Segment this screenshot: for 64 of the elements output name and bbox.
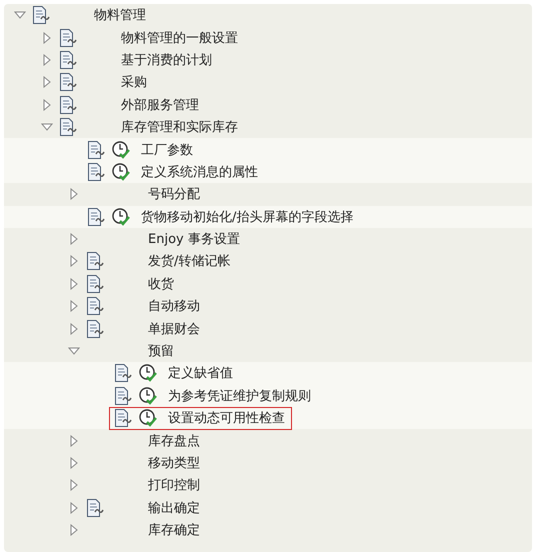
document-icon[interactable] xyxy=(87,140,105,160)
tree-item[interactable]: 物料管理的一般设置 xyxy=(121,28,238,47)
tree-item[interactable]: 移动类型 xyxy=(148,454,200,472)
clock-check-icon[interactable] xyxy=(111,140,131,160)
item-label[interactable]: 工厂参数 xyxy=(141,140,193,159)
document-icon[interactable] xyxy=(59,50,77,70)
expand-toggle[interactable] xyxy=(68,524,80,536)
document-icon[interactable] xyxy=(59,72,77,92)
expand-toggle[interactable] xyxy=(41,98,53,111)
tree-item[interactable]: 单据财会 xyxy=(148,320,200,338)
document-icon[interactable] xyxy=(32,5,50,26)
tree-item[interactable]: 发货/转储记帐 xyxy=(148,252,230,270)
expand-toggle[interactable] xyxy=(68,255,80,268)
document-icon[interactable] xyxy=(86,251,104,272)
tree-item[interactable]: 输出确定 xyxy=(148,498,200,517)
tree-item[interactable]: 库存管理和实际库存 xyxy=(121,118,238,136)
tree-item[interactable]: 库存盘点 xyxy=(148,432,200,450)
clock-check-icon[interactable] xyxy=(138,408,158,428)
expand-toggle[interactable] xyxy=(68,457,80,469)
tree-item[interactable]: 设置动态可用性检查 xyxy=(109,406,292,430)
document-icon[interactable] xyxy=(59,117,77,138)
expand-toggle[interactable] xyxy=(68,479,80,492)
expand-toggle[interactable] xyxy=(68,278,80,290)
tree-item[interactable]: 自动移动 xyxy=(148,297,200,316)
expand-toggle[interactable] xyxy=(68,345,80,358)
item-label[interactable]: 设置动态可用性检查 xyxy=(168,409,285,428)
expand-toggle[interactable] xyxy=(41,32,53,44)
tree-item[interactable]: 物料管理 xyxy=(94,6,146,24)
expand-toggle[interactable] xyxy=(68,322,80,335)
expand-toggle[interactable] xyxy=(41,121,53,134)
document-icon[interactable] xyxy=(86,296,104,316)
expand-toggle[interactable] xyxy=(41,76,53,88)
clock-check-icon[interactable] xyxy=(111,206,131,227)
item-label[interactable]: 定义缺省值 xyxy=(168,364,233,382)
clock-check-icon[interactable] xyxy=(138,363,158,384)
document-icon[interactable] xyxy=(86,498,104,518)
document-icon[interactable] xyxy=(114,386,132,406)
document-icon[interactable] xyxy=(114,363,132,384)
expand-toggle[interactable] xyxy=(41,54,53,66)
expand-toggle[interactable] xyxy=(68,300,80,312)
document-icon[interactable] xyxy=(114,408,132,428)
expand-toggle[interactable] xyxy=(68,233,80,246)
document-icon[interactable] xyxy=(86,274,104,294)
clock-check-icon[interactable] xyxy=(111,162,131,182)
expand-toggle[interactable] xyxy=(68,188,80,200)
tree-item[interactable]: 号码分配 xyxy=(148,185,200,204)
document-icon[interactable] xyxy=(87,162,105,182)
tree-item[interactable]: Enjoy 事务设置 xyxy=(148,230,240,248)
tree-item[interactable]: 打印控制 xyxy=(148,476,200,494)
clock-check-icon[interactable] xyxy=(138,386,158,406)
expand-toggle[interactable] xyxy=(14,9,26,22)
document-icon[interactable] xyxy=(59,94,77,115)
item-label[interactable]: 定义系统消息的属性 xyxy=(141,162,258,181)
document-icon[interactable] xyxy=(87,206,105,227)
tree-item[interactable]: 外部服务管理 xyxy=(121,96,199,114)
document-icon[interactable] xyxy=(59,28,77,48)
tree-item[interactable]: 收货 xyxy=(148,274,174,293)
expand-toggle[interactable] xyxy=(68,434,80,447)
tree-item[interactable]: 库存确定 xyxy=(148,521,200,540)
tree-item[interactable]: 预留 xyxy=(148,342,174,360)
document-icon[interactable] xyxy=(86,318,104,339)
tree-item[interactable]: 基于消费的计划 xyxy=(121,50,212,69)
tree-item[interactable]: 采购 xyxy=(121,73,147,92)
expand-toggle[interactable] xyxy=(68,502,80,514)
